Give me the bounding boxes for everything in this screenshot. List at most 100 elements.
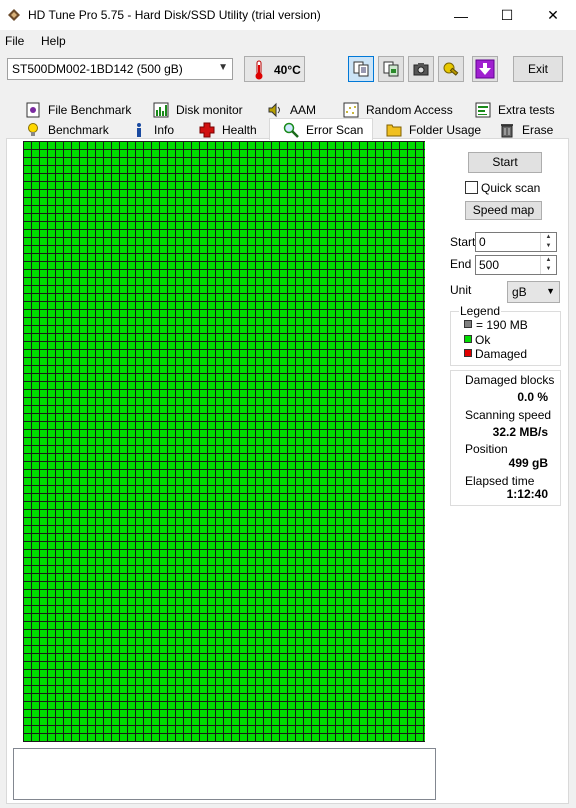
wrench-options-icon [443, 62, 459, 76]
chevron-down-icon: ▼ [218, 62, 228, 73]
tab-label: AAM [290, 103, 317, 117]
elapsed-time-value: 1:12:40 [506, 487, 548, 501]
copy-screenshot-button[interactable] [378, 56, 404, 82]
save-results-button[interactable] [472, 56, 498, 82]
spin-down-icon: ▼ [545, 243, 552, 249]
tab-label: Extra tests [498, 103, 555, 117]
quick-scan-label: Quick scan [481, 181, 541, 195]
file-benchmark-icon [24, 101, 42, 119]
end-spin-arrows[interactable]: ▲ ▼ [540, 256, 556, 274]
tab-file-benchmark[interactable]: File Benchmark [24, 100, 131, 120]
tab-random-access[interactable]: Random Access [342, 100, 453, 120]
screenshot-button[interactable] [408, 56, 434, 82]
damaged-blocks-value: 0.0 % [517, 390, 548, 404]
temperature-value: 40°C [274, 63, 301, 77]
tab-label: Error Scan [306, 122, 364, 137]
position-value: 499 gB [508, 456, 548, 470]
scan-log[interactable] [13, 748, 436, 800]
copy-text-button[interactable] [348, 56, 374, 82]
thermometer-icon [255, 60, 263, 80]
camera-icon [413, 63, 429, 76]
download-arrow-icon [475, 59, 495, 79]
unit-value: gB [512, 285, 527, 299]
tab-disk-monitor[interactable]: Disk monitor [152, 100, 243, 120]
tab-extra-tests[interactable]: Extra tests [474, 100, 555, 120]
tab-aam[interactable]: AAM [266, 100, 316, 120]
minimize-button[interactable]: — [438, 0, 484, 31]
copy-image-icon [383, 61, 399, 77]
quick-scan-checkbox[interactable] [465, 181, 478, 194]
scanning-speed-value: 32.2 MB/s [492, 425, 548, 439]
health-cross-icon [198, 121, 216, 139]
spin-up-icon: ▲ [545, 234, 552, 240]
menu-help[interactable]: Help [41, 34, 66, 48]
block-map-cells [23, 141, 425, 742]
damaged-blocks-label: Damaged blocks [465, 373, 555, 387]
tab-label: Erase [522, 123, 554, 137]
start-spinbox[interactable]: 0 ▲ ▼ [475, 232, 557, 252]
temperature-display: 40°C [244, 56, 305, 82]
tab-label: Info [154, 123, 175, 137]
end-value: 500 [479, 258, 500, 272]
end-spinbox[interactable]: 500 ▲ ▼ [475, 255, 557, 275]
trash-icon [498, 121, 516, 139]
tab-folder-usage[interactable]: Folder Usage [385, 120, 481, 140]
legend-damaged-label: Damaged [475, 347, 528, 361]
extra-tests-icon [474, 101, 492, 119]
start-scan-button[interactable]: Start [468, 152, 542, 173]
info-icon [130, 121, 148, 139]
tab-label: Benchmark [48, 123, 109, 137]
unit-label: Unit [450, 283, 472, 297]
maximize-button[interactable]: ☐ [484, 0, 530, 31]
tab-benchmark[interactable]: Benchmark [24, 120, 109, 140]
legend-damaged-swatch [464, 349, 472, 357]
random-access-icon [342, 101, 360, 119]
legend-ok-swatch [464, 335, 472, 343]
tab-label: Disk monitor [176, 103, 243, 117]
drive-select[interactable]: ST500DM002-1BD142 (500 gB) ▼ [7, 58, 233, 80]
position-label: Position [465, 442, 508, 456]
drive-select-value: ST500DM002-1BD142 (500 gB) [12, 62, 183, 76]
minimize-icon: — [454, 7, 468, 24]
tab-erase[interactable]: Erase [498, 120, 553, 140]
tab-label: Health [222, 123, 257, 137]
disk-monitor-icon [152, 101, 170, 119]
close-button[interactable]: ✕ [530, 0, 576, 31]
unit-select[interactable]: gB ▼ [507, 281, 560, 303]
speed-map-button[interactable]: Speed map [465, 201, 542, 220]
speaker-icon [266, 101, 284, 119]
tab-label: File Benchmark [48, 103, 132, 117]
menu-bar: File Help [0, 31, 576, 51]
block-map [23, 141, 425, 742]
start-value: 0 [479, 235, 486, 249]
spin-up-icon: ▲ [545, 257, 552, 263]
legend-block-label: = 190 MB [476, 318, 528, 332]
end-label: End [450, 257, 472, 271]
legend-block-swatch [464, 320, 472, 328]
tab-info[interactable]: Info [130, 120, 174, 140]
close-icon: ✕ [547, 7, 559, 23]
start-label: Start [450, 235, 476, 249]
spin-down-icon: ▼ [545, 266, 552, 272]
legend-ok-label: Ok [475, 333, 491, 347]
exit-button[interactable]: Exit [513, 56, 563, 82]
elapsed-time-label: Elapsed time [465, 474, 535, 488]
copy-text-icon [353, 61, 369, 77]
window-title: HD Tune Pro 5.75 - Hard Disk/SSD Utility… [28, 8, 321, 22]
scanning-speed-label: Scanning speed [465, 408, 552, 422]
menu-file[interactable]: File [5, 34, 24, 48]
legend-title: Legend [459, 304, 502, 318]
tab-label: Random Access [366, 103, 453, 117]
magnifier-icon [282, 121, 300, 139]
maximize-icon: ☐ [500, 7, 514, 23]
tab-error-scan[interactable]: Error Scan [269, 118, 373, 140]
tab-label: Folder Usage [409, 123, 482, 137]
lightbulb-icon [24, 121, 42, 139]
toolbar: ST500DM002-1BD142 (500 gB) ▼ 40°C Exit [0, 51, 576, 91]
app-icon [8, 9, 20, 21]
title-bar: HD Tune Pro 5.75 - Hard Disk/SSD Utility… [0, 0, 576, 31]
chevron-down-icon: ▼ [546, 286, 555, 296]
tab-health[interactable]: Health [198, 120, 257, 140]
options-button[interactable] [438, 56, 464, 82]
start-spin-arrows[interactable]: ▲ ▼ [540, 233, 556, 251]
